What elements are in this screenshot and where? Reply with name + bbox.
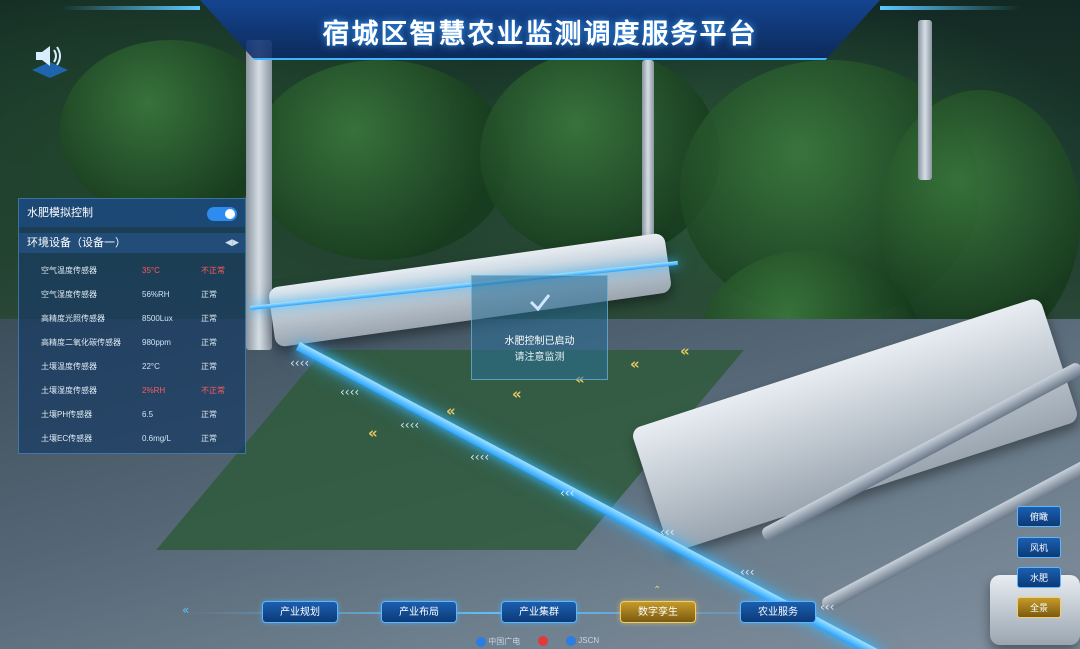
header-wing-left bbox=[60, 6, 200, 10]
logo-cbn: 中国广电 bbox=[488, 637, 521, 646]
view-overhead-button[interactable]: 俯瞰 bbox=[1017, 506, 1061, 527]
sensor-row: 土壤PH传感器 6.5 正常 bbox=[41, 410, 217, 419]
view-water-button[interactable]: 水肥 bbox=[1017, 567, 1061, 588]
speaker-icon[interactable] bbox=[26, 42, 74, 82]
chevron-left-icon: « bbox=[182, 603, 190, 617]
nav-industry-cluster[interactable]: 产业集群 bbox=[501, 601, 577, 623]
nav-digital-twin[interactable]: 数字孪生 bbox=[620, 601, 696, 623]
nav-industry-planning[interactable]: 产业规划 bbox=[262, 601, 338, 623]
chevron-up-icon: ⌃ bbox=[653, 585, 662, 596]
sensor-row: 空气湿度传感器 56%RH 正常 bbox=[41, 290, 217, 299]
water-fertilizer-toggle[interactable] bbox=[207, 207, 237, 221]
sensor-row: 高精度光照传感器 8500Lux 正常 bbox=[41, 314, 217, 323]
sensor-row: 土壤温度传感器 22°C 正常 bbox=[41, 362, 217, 371]
water-fertilizer-panel: 水肥模拟控制 环境设备（设备一） ◀▶ 空气温度传感器 35°C 不正常 空气湿度传… bbox=[18, 198, 246, 454]
sensor-row: 土壤EC传感器 0.6mg/L 正常 bbox=[41, 434, 217, 443]
sensor-row: 土壤湿度传感器 2%RH 不正常 bbox=[41, 386, 225, 395]
device-selector-label: 环境设备（设备一） bbox=[19, 233, 245, 253]
view-panorama-button[interactable]: 全景 bbox=[1017, 597, 1061, 618]
check-icon bbox=[529, 294, 551, 312]
status-popup: 水肥控制已启动 请注意监测 bbox=[471, 275, 608, 380]
device-switch-arrows[interactable]: ◀▶ bbox=[225, 237, 239, 248]
header: 宿城区智慧农业监测调度服务平台 bbox=[200, 0, 880, 66]
page-title: 宿城区智慧农业监测调度服务平台 bbox=[322, 19, 758, 49]
sensor-row: 高精度二氧化碳传感器 980ppm 正常 bbox=[41, 338, 217, 347]
logo-mark-icon bbox=[538, 636, 548, 646]
popup-hint: 请注意监测 bbox=[514, 352, 565, 363]
logo-jscn: JSCN bbox=[578, 636, 600, 646]
nav-agri-service[interactable]: 农业服务 bbox=[740, 601, 816, 623]
nav-industry-layout[interactable]: 产业布局 bbox=[381, 601, 457, 623]
header-wing-right bbox=[880, 6, 1020, 10]
view-fan-button[interactable]: 风机 bbox=[1017, 537, 1061, 558]
popup-message: 水肥控制已启动 bbox=[504, 336, 575, 347]
sensor-row: 空气温度传感器 35°C 不正常 bbox=[41, 266, 225, 275]
